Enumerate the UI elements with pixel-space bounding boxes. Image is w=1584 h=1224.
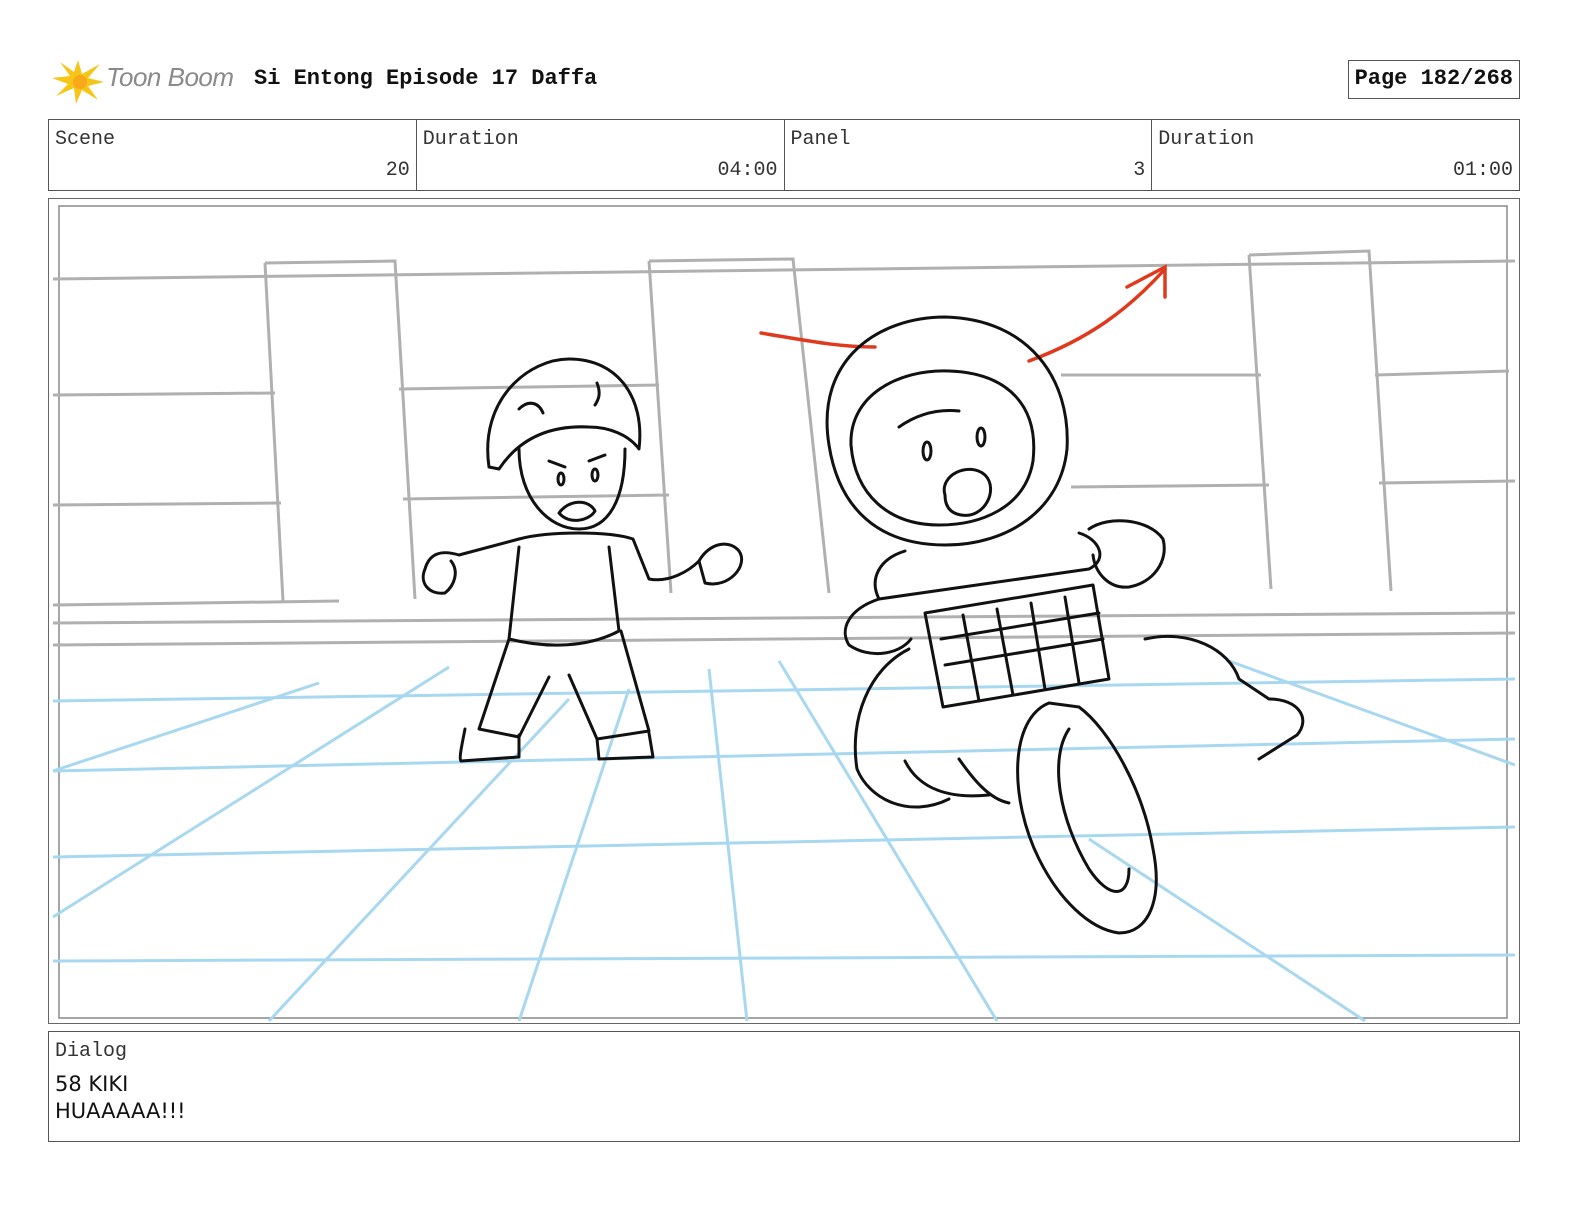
dialog-label: Dialog <box>55 1040 128 1063</box>
background-wall <box>52 249 1516 647</box>
dialog-line-character: 58 KIKI <box>55 1072 129 1096</box>
scene-value: 20 <box>385 159 410 182</box>
panel-value: 3 <box>1133 159 1146 182</box>
scene-cell: Scene 20 <box>49 120 417 190</box>
page-number: Page 182/268 <box>1347 60 1520 99</box>
document-title: Si Entong Episode 17 Daffa <box>254 66 598 91</box>
scene-duration-cell: Duration 04:00 <box>417 120 785 190</box>
camera-move-arrow <box>759 264 1167 363</box>
panel-cell: Panel 3 <box>785 120 1153 190</box>
toon-boom-logo: Toon Boom <box>50 56 240 106</box>
scene-duration-value: 04:00 <box>717 159 778 182</box>
scene-label: Scene <box>55 128 116 151</box>
dialog-box: Dialog 58 KIKI HUAAAAA!!! <box>48 1031 1520 1142</box>
panel-duration-label: Duration <box>1158 128 1255 151</box>
panel-duration-value: 01:00 <box>1452 159 1513 182</box>
panel-info-row: Scene 20 Duration 04:00 Panel 3 Duration… <box>48 119 1520 191</box>
logo-text: Toon Boom <box>106 62 234 92</box>
panel-label: Panel <box>790 128 851 151</box>
dialog-line-text: HUAAAAA!!! <box>55 1099 186 1123</box>
storyboard-panel-image <box>48 198 1520 1024</box>
starburst-icon <box>52 60 104 104</box>
floor-grid <box>52 659 1516 1023</box>
panel-duration-cell: Duration 01:00 <box>1152 120 1519 190</box>
panel-sketch <box>52 205 1516 1023</box>
scene-duration-label: Duration <box>422 128 519 151</box>
page-header: Toon Boom Si Entong Episode 17 Daffa Pag… <box>48 56 1520 106</box>
character-kiki <box>421 357 744 763</box>
